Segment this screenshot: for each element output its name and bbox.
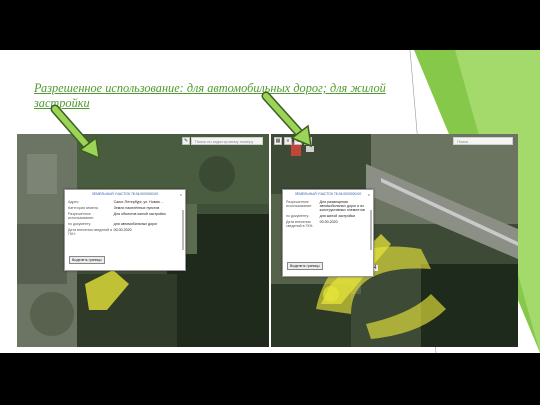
right-arrow-icon bbox=[261, 91, 312, 148]
slide: Разрешенное использование: для автомобил… bbox=[0, 50, 540, 353]
pointer-arrows bbox=[50, 91, 312, 160]
left-arrow-icon bbox=[50, 104, 100, 160]
